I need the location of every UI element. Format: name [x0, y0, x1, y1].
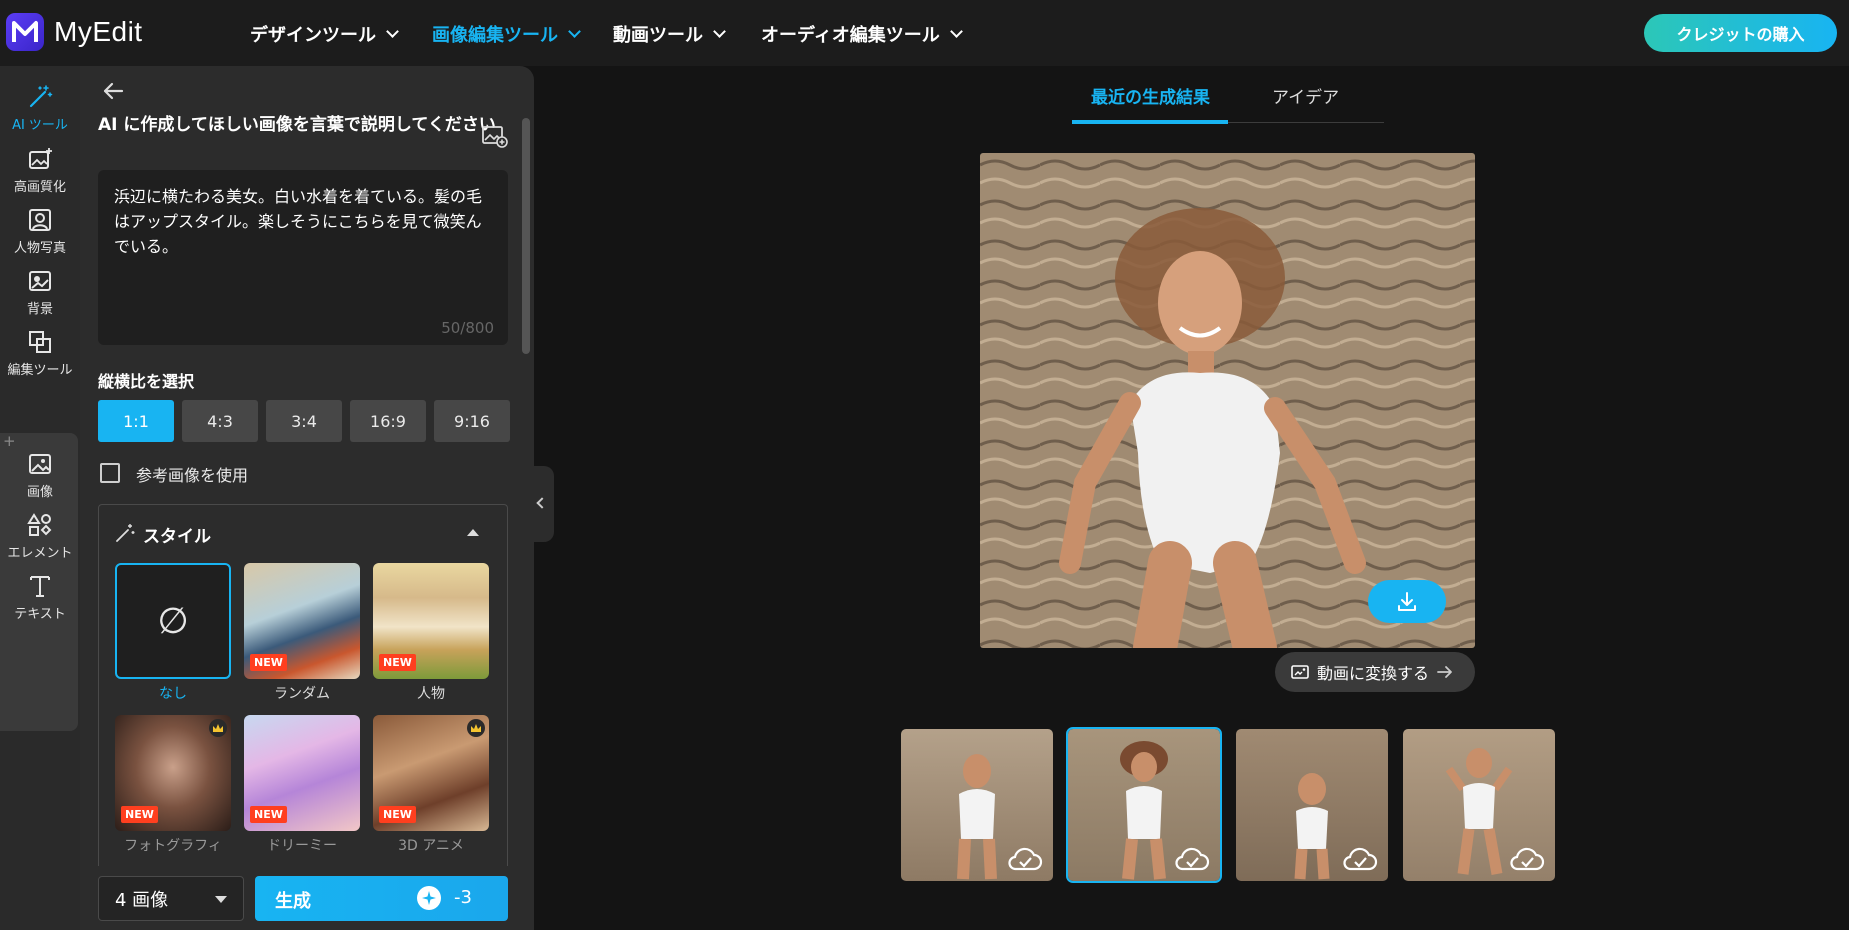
convert-to-video-button[interactable]: 動画に変換する	[1275, 652, 1475, 692]
reference-image-label: 参考画像を使用	[136, 466, 249, 485]
generate-cost: -3	[454, 887, 472, 908]
text-icon	[30, 576, 50, 597]
result-thumbnail-4[interactable]	[1403, 729, 1555, 881]
background-icon	[29, 271, 51, 291]
panel-scrollbar[interactable]	[522, 118, 530, 354]
style-name-random: ランダム	[274, 686, 330, 702]
credit-icon	[417, 886, 441, 910]
chevron-down-icon	[949, 25, 963, 38]
upload-image-icon[interactable]	[482, 124, 508, 152]
new-badge: NEW	[121, 806, 158, 823]
convert-label: 動画に変換する	[1317, 664, 1430, 683]
download-icon	[1398, 591, 1416, 611]
tab-recent-results[interactable]: 最近の生成結果	[1091, 83, 1210, 108]
panel-collapse-handle[interactable]	[534, 466, 554, 542]
nav-video-tools[interactable]: 動画ツール	[613, 21, 726, 47]
nav-audio-tools[interactable]: オーディオ編集ツール	[761, 21, 963, 47]
style-card-3d-anime[interactable]: NEW	[373, 715, 489, 831]
style-name-dreamy: ドリーミー	[267, 838, 337, 854]
chevron-down-icon	[215, 896, 227, 903]
result-thumbnail-2[interactable]	[1066, 727, 1222, 883]
ratio-button-9-16[interactable]: 9:16	[434, 400, 510, 442]
tab-ideas[interactable]: アイデア	[1272, 83, 1339, 108]
cloud-saved-icon	[1343, 847, 1378, 871]
generate-label: 生成	[275, 891, 311, 912]
chevron-left-icon	[536, 497, 548, 509]
style-name-none: なし	[159, 686, 187, 702]
elements-icon	[27, 513, 52, 536]
image-enhance-icon	[29, 148, 52, 169]
style-card-photography[interactable]: NEW	[115, 715, 231, 831]
ratio-button-4-3[interactable]: 4:3	[182, 400, 258, 442]
style-card-none[interactable]: ∅	[115, 563, 231, 679]
image-count-value: 4 画像	[115, 889, 169, 911]
style-section: スタイル ∅ なし NEW ランダム NEW 人物 NEW フォトグラフィ NE…	[98, 504, 508, 884]
rail-item-background[interactable]: 背景	[0, 258, 80, 328]
style-title: スタイル	[143, 527, 211, 547]
active-tab-indicator	[1072, 120, 1228, 124]
edit-tools-icon	[29, 331, 51, 353]
ratio-button-16-9[interactable]: 16:9	[350, 400, 426, 442]
prompt-label: AI に作成してほしい画像を言葉で説明してください	[98, 115, 496, 135]
top-bar: MyEdit デザインツール 画像編集ツール 動画ツール オーディオ編集ツール …	[0, 0, 1849, 66]
reference-image-checkbox[interactable]	[100, 463, 120, 483]
rail-item-elements[interactable]: エレメント	[0, 502, 80, 572]
image-count-select[interactable]: 4 画像	[98, 876, 244, 921]
crown-icon	[467, 719, 485, 737]
logo[interactable]: MyEdit	[6, 13, 143, 51]
new-badge: NEW	[379, 654, 416, 671]
cloud-saved-icon	[1008, 847, 1043, 871]
collapse-caret-icon[interactable]	[467, 529, 479, 536]
back-arrow-icon[interactable]	[102, 82, 124, 104]
portrait-icon	[29, 209, 51, 231]
myedit-logo-icon	[6, 13, 44, 51]
rail-item-portrait[interactable]: 人物写真	[0, 197, 80, 267]
chevron-down-icon	[713, 25, 726, 38]
chevron-down-icon	[386, 25, 399, 38]
prompt-textarea[interactable]: 浜辺に横たわる美女。白い水着を着ている。髪の毛はアップスタイル。楽しそうにこちら…	[98, 170, 508, 345]
style-name-person: 人物	[417, 686, 445, 702]
style-card-dreamy[interactable]: NEW	[244, 715, 360, 831]
style-card-random[interactable]: NEW	[244, 563, 360, 679]
rail-item-enhance[interactable]: 高画質化	[0, 136, 80, 206]
app-name: MyEdit	[54, 16, 143, 47]
aspect-ratio-label: 縦横比を選択	[98, 372, 195, 391]
style-name-photography: フォトグラフィ	[124, 838, 222, 854]
result-thumbnail-1[interactable]	[901, 729, 1053, 881]
nav-design-tools[interactable]: デザインツール	[250, 21, 399, 47]
image-icon	[29, 454, 51, 474]
ratio-button-3-4[interactable]: 3:4	[266, 400, 342, 442]
prompt-char-count: 50/800	[441, 319, 494, 337]
style-card-person[interactable]: NEW	[373, 563, 489, 679]
rail-item-image[interactable]: 画像	[0, 441, 80, 511]
generated-image	[980, 153, 1475, 648]
result-thumbnail-3[interactable]	[1236, 729, 1388, 881]
video-convert-icon	[1291, 665, 1309, 679]
rail-item-text[interactable]: テキスト	[0, 563, 80, 633]
generate-button[interactable]: 生成 -3	[255, 876, 508, 921]
magic-wand-icon	[29, 85, 53, 108]
new-badge: NEW	[250, 806, 287, 823]
buy-credits-button[interactable]: クレジットの購入	[1644, 14, 1837, 52]
cloud-saved-icon	[1510, 847, 1545, 871]
rail-item-edit-tools[interactable]: 編集ツール	[0, 319, 80, 389]
none-icon: ∅	[157, 600, 189, 642]
new-badge: NEW	[250, 654, 287, 671]
crown-icon	[209, 719, 227, 737]
cloud-saved-icon	[1175, 847, 1210, 871]
rail-item-ai-tools[interactable]: AI ツール	[0, 74, 80, 144]
download-button[interactable]	[1368, 580, 1446, 623]
nav-image-editing-tools[interactable]: 画像編集ツール	[432, 21, 581, 47]
ai-generator-panel: AI に作成してほしい画像を言葉で説明してください 浜辺に横たわる美女。白い水着…	[80, 66, 534, 930]
ratio-button-1-1[interactable]: 1:1	[98, 400, 174, 442]
new-badge: NEW	[379, 806, 416, 823]
panel-footer: 4 画像 生成 -3	[80, 866, 534, 924]
style-name-3d-anime: 3D アニメ	[398, 838, 464, 854]
left-rail: + AI ツール 高画質化 人物写真 背景 編集ツール 画像 エレメント テキス…	[0, 66, 80, 930]
arrow-right-icon	[1437, 666, 1452, 678]
prompt-text: 浜辺に横たわる美女。白い水着を着ている。髪の毛はアップスタイル。楽しそうにこちら…	[114, 187, 483, 256]
chevron-down-icon	[568, 25, 581, 38]
magic-wand-icon	[115, 523, 135, 547]
